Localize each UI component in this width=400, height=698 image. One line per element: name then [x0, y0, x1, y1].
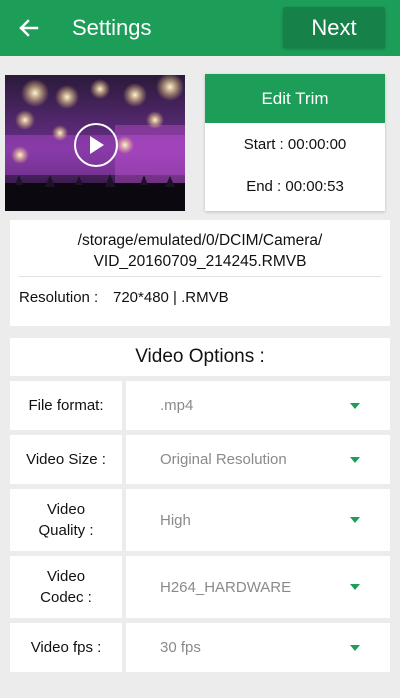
- back-button[interactable]: [12, 12, 44, 44]
- video-codec-value: H264_HARDWARE: [160, 578, 292, 596]
- video-quality-label: Video Quality :: [10, 489, 122, 551]
- file-format-dropdown[interactable]: .mp4: [126, 381, 390, 430]
- dropdown-arrow-icon: [350, 584, 360, 590]
- page-title: Settings: [72, 15, 152, 40]
- video-fps-value: 30 fps: [160, 639, 201, 656]
- video-codec-dropdown[interactable]: H264_HARDWARE: [126, 556, 390, 618]
- video-size-dropdown[interactable]: Original Resolution: [126, 435, 390, 484]
- dropdown-arrow-icon: [350, 402, 360, 409]
- video-thumbnail[interactable]: [5, 75, 185, 211]
- edit-trim-button[interactable]: Edit Trim: [205, 74, 385, 123]
- video-codec-label: Video Codec :: [10, 556, 122, 618]
- trim-start-time: Start : 00:00:00: [243, 136, 347, 153]
- dropdown-arrow-icon: [350, 644, 360, 651]
- video-quality-dropdown[interactable]: High: [126, 489, 390, 551]
- dropdown-arrow-icon: [350, 456, 360, 463]
- video-quality-value: High: [160, 511, 191, 529]
- resolution-value: 720*480 | .RMVB: [113, 289, 229, 306]
- file-format-value: .mp4: [160, 397, 194, 414]
- file-path-line: /storage/emulated/0/DCIM/Camera/: [77, 232, 323, 249]
- next-button[interactable]: Next: [283, 7, 385, 48]
- resolution-label: Resolution :: [19, 289, 99, 306]
- play-icon[interactable]: [74, 123, 118, 167]
- file-name-line: VID_20160709_214245.RMVB: [93, 253, 307, 270]
- trim-card: Edit Trim Start : 00:00:00 End : 00:00:5…: [205, 74, 385, 211]
- video-size-value: Original Resolution: [160, 451, 287, 468]
- video-fps-label: Video fps :: [10, 623, 122, 672]
- trim-end-time: End : 00:00:53: [246, 178, 344, 195]
- file-path: /storage/emulated/0/DCIM/Camera/ VID_201…: [10, 230, 390, 272]
- dropdown-arrow-icon: [350, 517, 360, 523]
- video-options-header: Video Options :: [10, 338, 390, 376]
- app-bar: Settings Next: [0, 0, 400, 56]
- file-format-label: File format:: [10, 381, 122, 430]
- divider: [18, 276, 382, 277]
- file-info-card: /storage/emulated/0/DCIM/Camera/ VID_201…: [10, 220, 390, 326]
- video-fps-dropdown[interactable]: 30 fps: [126, 623, 390, 672]
- video-size-label: Video Size :: [10, 435, 122, 484]
- arrow-left-icon: [19, 19, 39, 37]
